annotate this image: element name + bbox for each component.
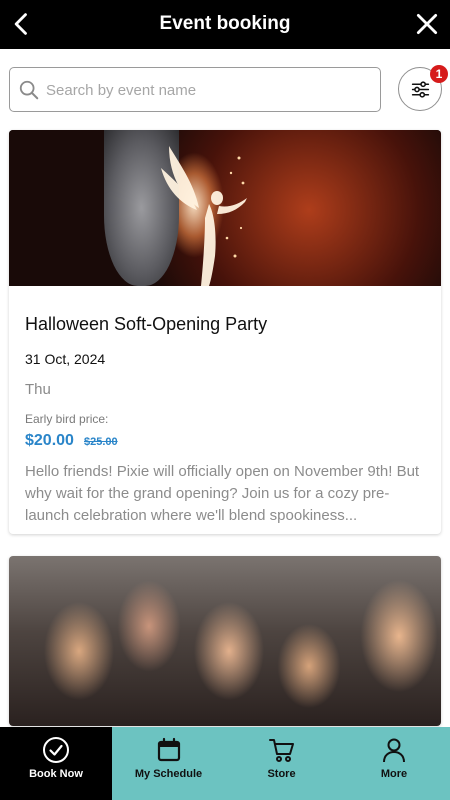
nav-more[interactable]: More: [338, 727, 450, 800]
nav-store[interactable]: Store: [225, 727, 338, 800]
filter-count-badge: 1: [430, 65, 448, 83]
search-icon: [19, 80, 39, 100]
page-title: Event booking: [159, 13, 291, 34]
original-price: $25.00: [84, 436, 118, 448]
calendar-icon: [157, 737, 180, 762]
event-day: Thu: [25, 381, 51, 398]
nav-my-schedule[interactable]: My Schedule: [112, 727, 225, 800]
event-price: $20.00: [25, 432, 74, 449]
nav-book-now[interactable]: Book Now: [0, 727, 112, 800]
event-date: 31 Oct, 2024: [25, 351, 106, 367]
early-bird-label: Early bird price:: [25, 412, 109, 426]
cart-icon: [268, 739, 294, 762]
nav-label: More: [380, 768, 408, 780]
bottom-nav: Book Now My Schedule Store More: [0, 727, 450, 800]
sliders-icon: [411, 81, 430, 98]
nav-label: My Schedule: [134, 768, 203, 780]
event-image: [9, 130, 441, 286]
nav-label: Book Now: [29, 768, 83, 780]
event-card[interactable]: [9, 556, 441, 726]
fairy-silhouette-icon: [161, 146, 247, 286]
search-box: [9, 67, 381, 112]
nav-label: Store: [267, 768, 296, 780]
close-icon[interactable]: [414, 11, 440, 37]
header-bar: Event booking: [0, 0, 450, 49]
search-input[interactable]: [46, 74, 371, 106]
event-description: Hello friends! Pixie will officially ope…: [25, 463, 420, 524]
event-card[interactable]: Halloween Soft-Opening Party 31 Oct, 202…: [9, 130, 441, 534]
event-title: Halloween Soft-Opening Party: [25, 314, 268, 334]
user-icon: [383, 738, 405, 763]
event-image: [9, 556, 441, 726]
check-circle-icon: [43, 737, 69, 763]
